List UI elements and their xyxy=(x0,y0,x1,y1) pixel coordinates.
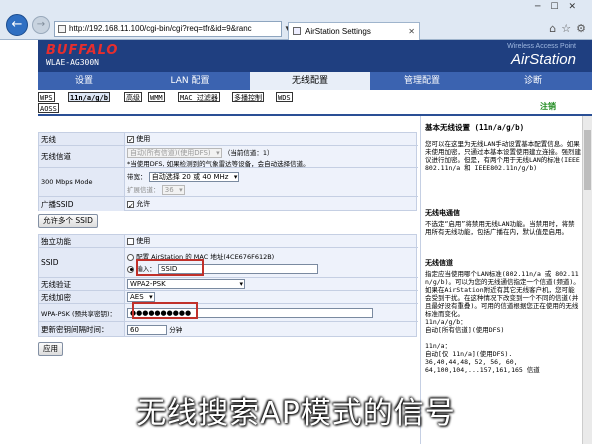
channel-label: 无线信道 xyxy=(39,146,125,167)
row-independent: 独立功能 使用 xyxy=(39,235,418,248)
subtab-wmm[interactable]: WMM xyxy=(148,92,165,102)
multi-ssid-button[interactable]: 允许多个 SSID xyxy=(38,214,98,228)
scroll-thumb[interactable] xyxy=(584,130,591,190)
minimize-icon[interactable]: ─ xyxy=(535,2,550,12)
auth-value: WPA2-PSK xyxy=(127,278,418,290)
subtab-advanced[interactable]: 高级 xyxy=(124,92,142,102)
row-ssid: SSID 配置 AirStation 的 MAC 地址(4CE676F612B)… xyxy=(39,248,418,278)
encryption-label: 无线加密 xyxy=(39,291,125,303)
subtab-multicast[interactable]: 多播控制 xyxy=(232,92,264,102)
subtab-wds[interactable]: WDS xyxy=(276,92,293,102)
row-encryption: 无线加密 AES xyxy=(39,291,418,304)
close-icon[interactable]: ✕ xyxy=(568,2,586,12)
close-tab-icon[interactable]: ✕ xyxy=(408,23,415,40)
current-channel: （当前信道：1） xyxy=(223,149,274,157)
gear-icon[interactable]: ⚙ xyxy=(576,22,586,35)
ssid-label: SSID xyxy=(39,248,125,277)
browser-tab[interactable]: AirStation Settings ✕ xyxy=(288,22,420,40)
rekey-value: 60 分钟 xyxy=(127,322,418,336)
independent-checkbox-text: 使用 xyxy=(136,237,151,245)
row-300mbps: 300 Mbps Mode 带宽： 自动选择 20 或 40 MHz 扩展信道：… xyxy=(39,168,418,197)
help-title: 基本无线设置 (11n/a/g/b) xyxy=(425,123,525,132)
ssid-highlight-box xyxy=(136,259,204,276)
back-icon[interactable]: ← xyxy=(6,14,28,36)
mode300-value: 带宽： 自动选择 20 或 40 MHz 扩展信道： 36 xyxy=(127,168,418,196)
dfs-hint: *当使用DFS, 如果检测到的气象雷达等设备，会自动选择信道。 xyxy=(127,160,310,168)
forward-icon[interactable]: → xyxy=(32,16,50,34)
subtab-mac-filter[interactable]: MAC 过滤器 xyxy=(178,92,220,102)
subtab-wps[interactable]: WPS xyxy=(38,92,55,102)
row-channel: 无线信道 自动(所有信道)(使用DFS) （当前信道：1） *当使用DFS, 如… xyxy=(39,146,418,168)
channel-value: 自动(所有信道)(使用DFS) （当前信道：1） *当使用DFS, 如果检测到的… xyxy=(127,146,418,168)
screenshot-frame: ← → http://192.168.11.100/cgi-bin/cgi?re… xyxy=(0,0,592,444)
tab-diagnostics[interactable]: 诊断 xyxy=(474,72,592,90)
auth-label: 无线验证 xyxy=(39,278,125,290)
row-rekey: 更新密钥间隔时间： 60 分钟 xyxy=(39,322,418,336)
tab-lan[interactable]: LAN 配置 xyxy=(130,72,250,90)
independent-checkbox[interactable] xyxy=(127,237,134,245)
wireless-checkbox[interactable] xyxy=(127,134,134,147)
browser-toolbar-icons: ⌂ ☆ ⚙ xyxy=(544,22,586,35)
address-bar[interactable]: http://192.168.11.100/cgi-bin/cgi?req=tf… xyxy=(54,21,282,37)
rekey-unit: 分钟 xyxy=(169,326,183,334)
independent-label: 独立功能 xyxy=(39,235,125,247)
ssid-security-panel: 独立功能 使用 SSID 配置 AirStation 的 MAC 地址(4CE6… xyxy=(38,234,418,337)
psk-highlight-box xyxy=(132,302,198,319)
sub-nav: WPS 11n/a/g/b 高级 WMM MAC 过滤器 多播控制 WDS AO… xyxy=(38,90,592,114)
model-name: WLAE-AG300N xyxy=(46,58,99,67)
tab-admin[interactable]: 管理配置 xyxy=(370,72,474,90)
window-controls: ─☐✕ xyxy=(535,2,586,12)
help-radio-text: 不选定“启用”将禁用无线LAN功能。当禁用时，将禁用所有无线功能，包括广播在内，… xyxy=(425,220,575,236)
favorites-icon[interactable]: ☆ xyxy=(561,22,571,35)
rekey-input[interactable]: 60 xyxy=(127,325,167,335)
auth-select[interactable]: WPA2-PSK xyxy=(127,279,245,289)
browser-chrome: ← → http://192.168.11.100/cgi-bin/cgi?re… xyxy=(0,0,592,40)
header-subtitle: Wireless Access Point xyxy=(507,43,576,50)
ext-channel-select[interactable]: 36 xyxy=(161,185,185,195)
psk-label: WPA-PSK (预共享密钥)： xyxy=(39,304,125,321)
ext-channel-label: 扩展信道： xyxy=(127,186,160,194)
mode300-label: 300 Mbps Mode xyxy=(39,168,125,196)
wireless-value: 使用 xyxy=(127,133,418,147)
rekey-label: 更新密钥间隔时间： xyxy=(39,322,125,336)
maximize-icon[interactable]: ☐ xyxy=(550,2,568,12)
apply-button[interactable]: 应用 xyxy=(38,342,63,356)
subtab-11n[interactable]: 11n/a/g/b xyxy=(68,92,110,102)
video-caption: 无线搜索AP模式的信号 xyxy=(136,396,456,431)
row-wireless: 无线 使用 xyxy=(39,133,418,147)
home-icon[interactable]: ⌂ xyxy=(549,22,556,35)
brand-logo: BUFFALO xyxy=(46,43,119,58)
ssid-input-radio[interactable] xyxy=(127,265,134,273)
row-psk: WPA-PSK (预共享密钥)： ●●●●●●●●●● xyxy=(39,304,418,322)
broadcast-label: 广播SSID xyxy=(39,197,125,211)
wireless-checkbox-text: 使用 xyxy=(136,135,151,143)
basic-settings-panel: 无线 使用 无线信道 自动(所有信道)(使用DFS) （当前信道：1） *当使用… xyxy=(38,132,418,213)
help-intro: 您可以在这里为无线LAN手动设置基本配置信息。如果未使用加密，只通过本基本设置使… xyxy=(425,140,581,172)
row-auth: 无线验证 WPA2-PSK xyxy=(39,278,418,291)
tab-page-icon xyxy=(293,27,301,35)
logout-link[interactable]: 注销 xyxy=(540,101,556,112)
tab-title: AirStation Settings xyxy=(305,27,371,36)
broadcast-value: 允许 xyxy=(127,197,418,213)
broadcast-checkbox-text: 允许 xyxy=(136,200,151,208)
airstation-logo: AirStation xyxy=(510,51,576,68)
subtab-aoss[interactable]: AOSS xyxy=(38,103,59,113)
bandwidth-label: 带宽： xyxy=(127,173,147,181)
page-icon xyxy=(58,25,66,33)
tab-wireless[interactable]: 无线配置 xyxy=(250,72,370,90)
channel-select[interactable]: 自动(所有信道)(使用DFS) xyxy=(127,148,222,158)
wireless-label: 无线 xyxy=(39,133,125,145)
encryption-select[interactable]: AES xyxy=(127,292,155,302)
row-broadcast: 广播SSID 允许 xyxy=(39,197,418,213)
ssid-mac-radio[interactable] xyxy=(127,253,134,261)
router-header: BUFFALO WLAE-AG300N Wireless Access Poin… xyxy=(38,40,592,72)
bandwidth-select[interactable]: 自动选择 20 或 40 MHz xyxy=(148,172,240,182)
tab-setup[interactable]: 设置 xyxy=(38,72,130,90)
broadcast-checkbox[interactable] xyxy=(127,199,134,213)
main-nav: 设置 LAN 配置 无线配置 管理配置 诊断 xyxy=(38,72,592,90)
help-section-channel: 无线信道 xyxy=(425,259,453,267)
address-url: http://192.168.11.100/cgi-bin/cgi?req=tf… xyxy=(69,24,252,33)
help-section-radio: 无线电通信 xyxy=(425,209,460,217)
independent-value: 使用 xyxy=(127,235,418,247)
